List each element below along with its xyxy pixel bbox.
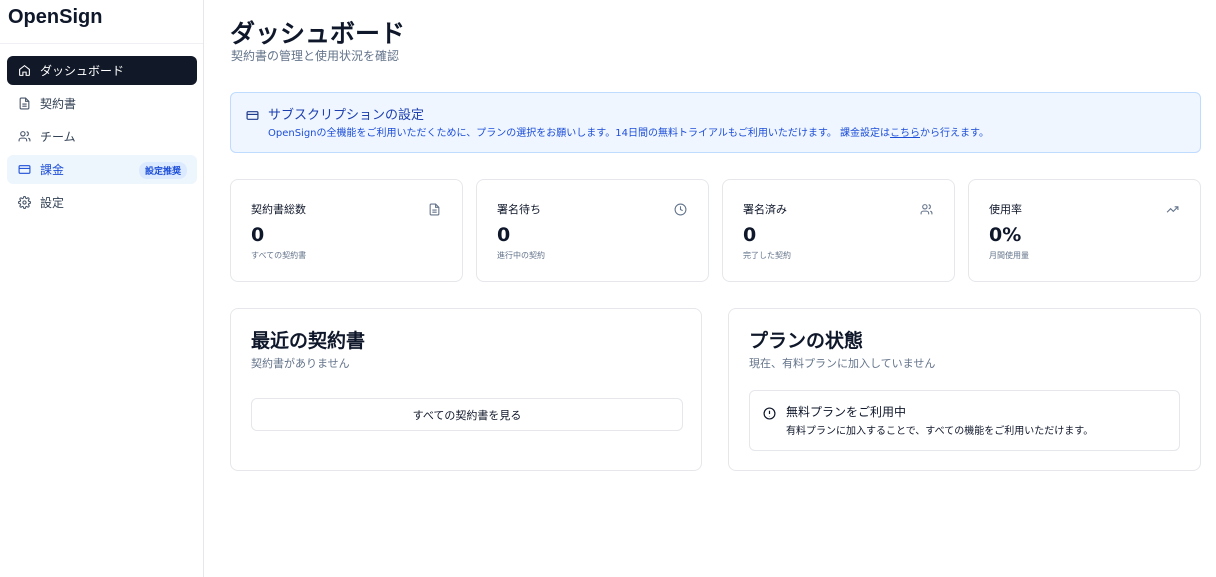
sidebar-item-label: 課金 xyxy=(40,163,65,177)
stat-value: 0% xyxy=(989,224,1022,246)
sidebar-item-label: チーム xyxy=(40,130,76,144)
alert-text: 有料プランに加入することで、すべての機能をご利用いただけます。 xyxy=(786,426,1094,437)
view-all-contracts-button[interactable]: すべての契約書を見る xyxy=(251,398,683,431)
stat-value: 0 xyxy=(497,224,511,246)
plan-subtitle: 現在、有料プランに加入していません xyxy=(749,357,936,370)
sidebar-item-billing[interactable]: 課金 設定推奨 xyxy=(7,155,197,184)
stat-caption: 月間使用量 xyxy=(989,251,1029,260)
recommend-badge: 設定推奨 xyxy=(138,162,187,179)
brand-logo[interactable]: OpenSign xyxy=(0,0,203,44)
stat-label: 契約書総数 xyxy=(251,203,306,216)
document-icon xyxy=(17,97,31,111)
stat-signed: 署名済み 0 完了した契約 xyxy=(722,179,955,282)
credit-card-icon xyxy=(17,163,31,177)
file-icon xyxy=(428,201,442,216)
users-icon xyxy=(17,130,31,144)
sidebar-item-label: ダッシュボード xyxy=(40,64,125,78)
stat-caption: 進行中の契約 xyxy=(497,251,545,260)
stat-caption: すべての契約書 xyxy=(251,251,307,260)
plan-status-card: プランの状態 現在、有料プランに加入していません 無料プランをご利用中 有料プラ… xyxy=(728,308,1201,471)
stat-label: 使用率 xyxy=(989,203,1022,216)
card-title: 最近の契約書 xyxy=(251,330,366,352)
sidebar-item-team[interactable]: チーム xyxy=(7,122,197,151)
trending-up-icon xyxy=(1166,201,1180,215)
sidebar: OpenSign ダッシュボード 契約書 チーム 課金 設定推奨 設定 xyxy=(0,0,204,577)
sidebar-item-label: 設定 xyxy=(40,196,65,210)
banner-text: OpenSignの全機能をご利用いただくために、プランの選択をお願いします。14… xyxy=(268,128,990,139)
sidebar-item-dashboard[interactable]: ダッシュボード xyxy=(7,56,197,85)
gear-icon xyxy=(17,196,31,210)
sidebar-item-settings[interactable]: 設定 xyxy=(7,188,197,217)
empty-message: 契約書がありません xyxy=(251,357,350,370)
users-icon xyxy=(920,201,934,215)
stat-pending: 署名待ち 0 進行中の契約 xyxy=(476,179,709,282)
recent-contracts-card: 最近の契約書 契約書がありません すべての契約書を見る xyxy=(230,308,702,471)
stat-usage: 使用率 0% 月間使用量 xyxy=(968,179,1201,282)
stat-caption: 完了した契約 xyxy=(743,251,791,260)
billing-link[interactable]: こちら xyxy=(890,128,920,139)
card-title: プランの状態 xyxy=(749,330,864,352)
sidebar-item-contracts[interactable]: 契約書 xyxy=(7,89,197,118)
credit-card-icon xyxy=(246,107,259,126)
alert-title: 無料プランをご利用中 xyxy=(786,405,907,419)
clock-icon xyxy=(674,201,688,216)
info-icon xyxy=(763,405,776,424)
free-plan-alert: 無料プランをご利用中 有料プランに加入することで、すべての機能をご利用いただけま… xyxy=(749,390,1180,451)
subscription-banner: サブスクリプションの設定 OpenSignの全機能をご利用いただくために、プラン… xyxy=(230,92,1201,153)
stats-row: 契約書総数 0 すべての契約書 署名待ち 0 進行中の契約 署名済み 0 完了し… xyxy=(230,179,1201,282)
stat-value: 0 xyxy=(251,224,265,246)
stat-label: 署名待ち xyxy=(497,203,541,216)
sidebar-nav: ダッシュボード 契約書 チーム 課金 設定推奨 設定 xyxy=(0,44,203,217)
page-subtitle: 契約書の管理と使用状況を確認 xyxy=(231,49,400,63)
home-icon xyxy=(17,64,31,78)
stat-value: 0 xyxy=(743,224,757,246)
stat-label: 署名済み xyxy=(743,203,787,216)
page-title: ダッシュボード xyxy=(230,19,406,48)
sidebar-item-label: 契約書 xyxy=(40,97,77,111)
stat-total-contracts: 契約書総数 0 すべての契約書 xyxy=(230,179,463,282)
banner-title: サブスクリプションの設定 xyxy=(268,108,425,123)
